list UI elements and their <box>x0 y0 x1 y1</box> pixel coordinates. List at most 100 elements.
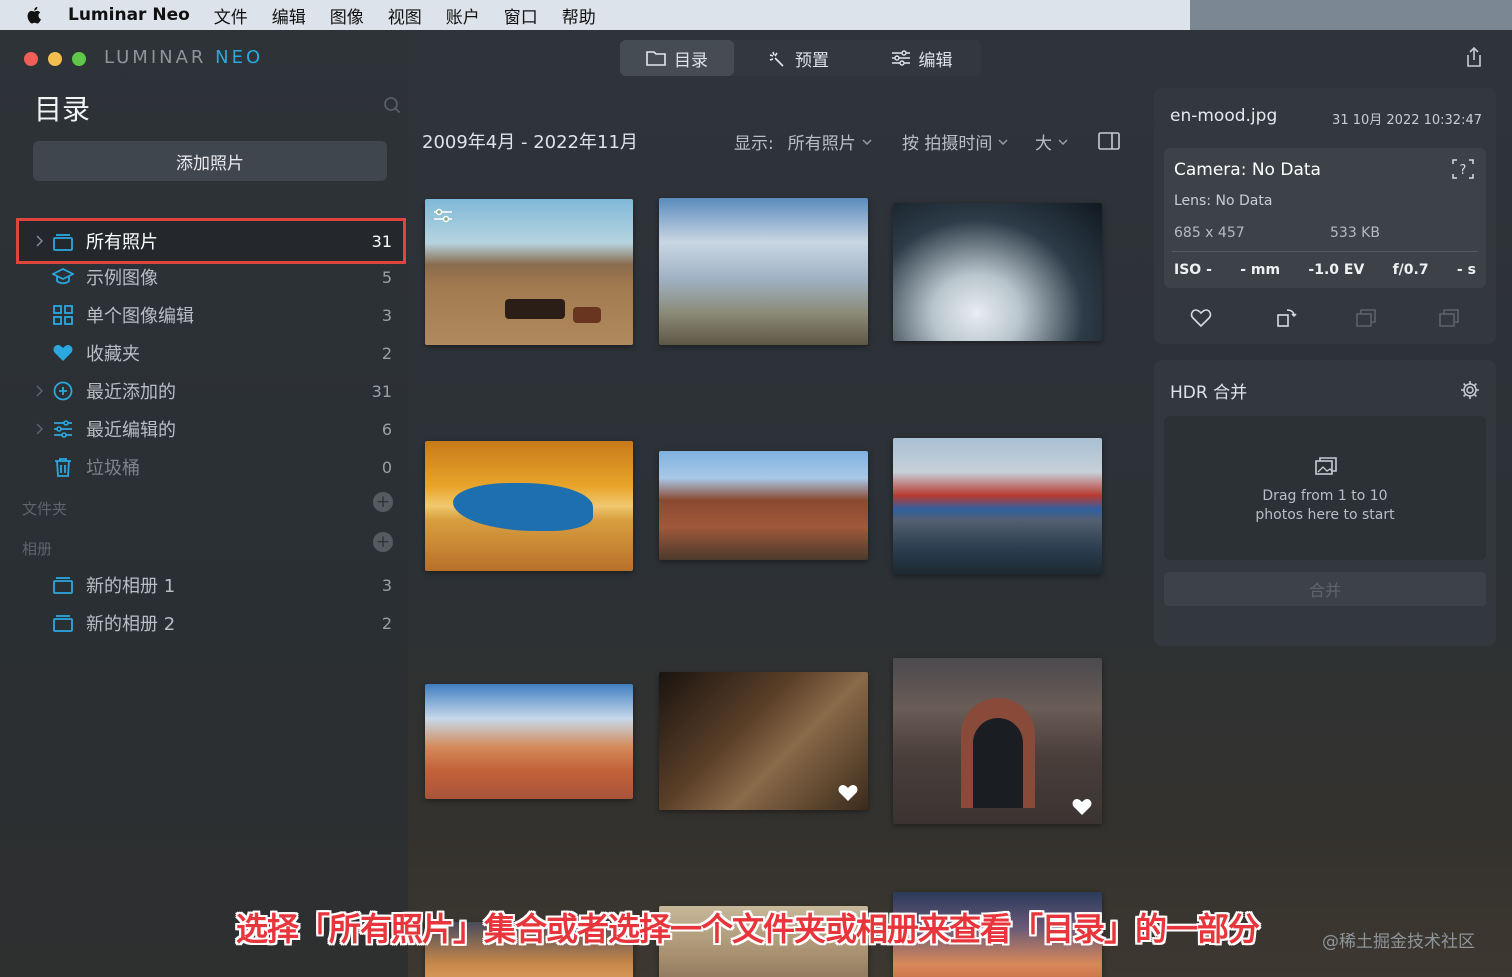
photo-thumbnail[interactable] <box>893 203 1102 341</box>
thumbnail-size-dropdown[interactable]: 大 <box>1035 129 1068 154</box>
favorite-heart-icon[interactable] <box>1072 798 1092 816</box>
graduation-cap-icon <box>52 267 74 285</box>
app-logo: LUMINAR NEO <box>104 47 264 68</box>
iso-value: ISO - <box>1174 262 1212 278</box>
tab-presets[interactable]: 预置 <box>734 40 862 76</box>
item-count: 5 <box>381 267 392 287</box>
sliders-icon <box>54 420 72 438</box>
file-size: 533 KB <box>1330 225 1380 241</box>
sidebar-item-trash[interactable]: 垃圾桶 0 <box>16 448 406 486</box>
share-icon[interactable] <box>1464 46 1484 68</box>
hdr-merge-panel: HDR 合并 Drag from 1 to 10 photos here to … <box>1154 360 1496 646</box>
photo-thumbnail[interactable] <box>425 199 633 345</box>
hdr-drop-zone[interactable]: Drag from 1 to 10 photos here to start <box>1164 416 1486 560</box>
tab-label: 编辑 <box>918 50 953 71</box>
photo-thumbnail[interactable] <box>659 672 868 810</box>
shutter-value: - s <box>1456 262 1476 278</box>
panel-toggle-icon[interactable] <box>1098 132 1120 150</box>
drop-hint-line-2: photos here to start <box>1255 507 1395 523</box>
photo-thumbnail[interactable] <box>893 658 1102 824</box>
menu-account[interactable]: 账户 <box>446 3 480 28</box>
page-title: 目录 <box>34 93 91 126</box>
tab-edit[interactable]: 编辑 <box>862 40 981 76</box>
photo-thumbnail[interactable] <box>659 451 868 560</box>
rotate-icon[interactable] <box>1275 308 1297 328</box>
desktop-background <box>1190 0 1512 30</box>
hdr-title: HDR 合并 <box>1170 383 1248 403</box>
camera-info: Camera: No Data <box>1174 160 1321 180</box>
apple-icon[interactable] <box>26 6 44 24</box>
image-dimensions: 685 x 457 <box>1174 225 1245 241</box>
heart-icon <box>53 345 73 361</box>
sidebar-item-favorites[interactable]: 收藏夹 2 <box>16 334 406 372</box>
sidebar-item-recently-added[interactable]: 最近添加的 31 <box>16 372 406 410</box>
menu-image[interactable]: 图像 <box>330 3 364 28</box>
sidebar-item-sample-images[interactable]: 示例图像 5 <box>16 258 406 296</box>
size-label: 大 <box>1035 134 1052 154</box>
menu-file[interactable]: 文件 <box>214 3 248 28</box>
library-list: 所有照片 31 示例图像 5 单个图像编辑 3 收藏夹 2 最近添加的 31 最… <box>16 188 406 486</box>
menu-edit[interactable]: 编辑 <box>272 3 306 28</box>
sidebar-item-label: 最近编辑的 <box>86 420 176 441</box>
chevron-right-icon[interactable] <box>34 234 44 248</box>
tab-label: 目录 <box>674 50 708 71</box>
photo-thumbnail[interactable] <box>893 438 1102 575</box>
photo-thumbnail[interactable] <box>425 441 633 571</box>
menubar: Luminar Neo 文件 编辑 图像 视图 账户 窗口 帮助 <box>0 0 1190 30</box>
merge-button[interactable]: 合并 <box>1164 572 1486 606</box>
sort-dropdown[interactable]: 按 拍摄时间 <box>902 129 1008 154</box>
exif-row: ISO - - mm -1.0 EV f/0.7 - s <box>1174 262 1476 278</box>
tab-catalog[interactable]: 目录 <box>620 40 734 76</box>
item-count: 31 <box>371 231 392 251</box>
minimize-button[interactable] <box>48 52 62 66</box>
show-filter-dropdown[interactable]: 显示: 所有照片 <box>734 129 872 154</box>
add-folder-button[interactable]: + <box>373 492 393 512</box>
menu-view[interactable]: 视图 <box>388 3 422 28</box>
info-actions <box>1154 300 1496 334</box>
file-name: en-mood.jpg <box>1170 106 1278 126</box>
favorite-heart-icon[interactable] <box>838 784 858 802</box>
sidebar-item-album-1[interactable]: 新的相册 1 3 <box>16 566 406 604</box>
sidebar-item-album-2[interactable]: 新的相册 2 2 <box>16 604 406 642</box>
exposure-value: -1.0 EV <box>1308 262 1365 278</box>
window-controls <box>24 52 86 66</box>
favorite-heart-icon[interactable] <box>1190 308 1212 328</box>
image-info-panel: en-mood.jpg 31 10月 2022 10:32:47 Camera:… <box>1154 88 1496 344</box>
item-count: 3 <box>381 305 392 325</box>
show-value: 所有照片 <box>787 134 856 154</box>
sparkle-icon <box>769 51 784 67</box>
tutorial-caption: 选择「所有照片」集合或者选择一个文件夹或相册来查看「目录」的一部分 <box>236 910 1260 948</box>
date-range: 2009年4月 - 2022年11月 <box>422 132 638 153</box>
close-button[interactable] <box>24 52 38 66</box>
chevron-right-icon[interactable] <box>34 384 44 398</box>
sidebar-item-label: 新的相册 2 <box>86 614 176 635</box>
metadata-help-icon[interactable]: ? <box>1452 159 1474 179</box>
sidebar-item-label: 所有照片 <box>86 232 158 253</box>
zoom-button[interactable] <box>72 52 86 66</box>
sort-label: 按 拍摄时间 <box>902 134 993 154</box>
albums-header: 相册 <box>22 540 53 558</box>
duplicate-icon[interactable] <box>1438 308 1460 328</box>
drop-hint-line-1: Drag from 1 to 10 <box>1262 488 1388 504</box>
menu-help[interactable]: 帮助 <box>562 3 596 28</box>
menu-window[interactable]: 窗口 <box>504 3 538 28</box>
item-count: 0 <box>381 457 392 477</box>
sidebar-item-recently-edited[interactable]: 最近编辑的 6 <box>16 410 406 448</box>
item-count: 31 <box>371 381 392 401</box>
sidebar-item-single-edits[interactable]: 单个图像编辑 3 <box>16 296 406 334</box>
add-photos-button[interactable]: 添加照片 <box>33 141 387 181</box>
menubar-app-name[interactable]: Luminar Neo <box>68 5 190 25</box>
search-icon[interactable] <box>383 96 401 114</box>
sidebar-item-label: 示例图像 <box>86 268 158 289</box>
photo-thumbnail[interactable] <box>425 684 633 799</box>
photo-thumbnail[interactable] <box>659 198 868 345</box>
chevron-down-icon <box>862 139 872 145</box>
chevron-down-icon <box>998 139 1008 145</box>
add-album-button[interactable]: + <box>373 532 393 552</box>
gear-icon[interactable] <box>1460 380 1480 400</box>
focal-length-value: - mm <box>1240 262 1281 278</box>
lens-info: Lens: No Data <box>1174 193 1273 209</box>
chevron-right-icon[interactable] <box>34 422 44 436</box>
copy-icon[interactable] <box>1355 308 1377 328</box>
divider <box>1172 251 1478 252</box>
